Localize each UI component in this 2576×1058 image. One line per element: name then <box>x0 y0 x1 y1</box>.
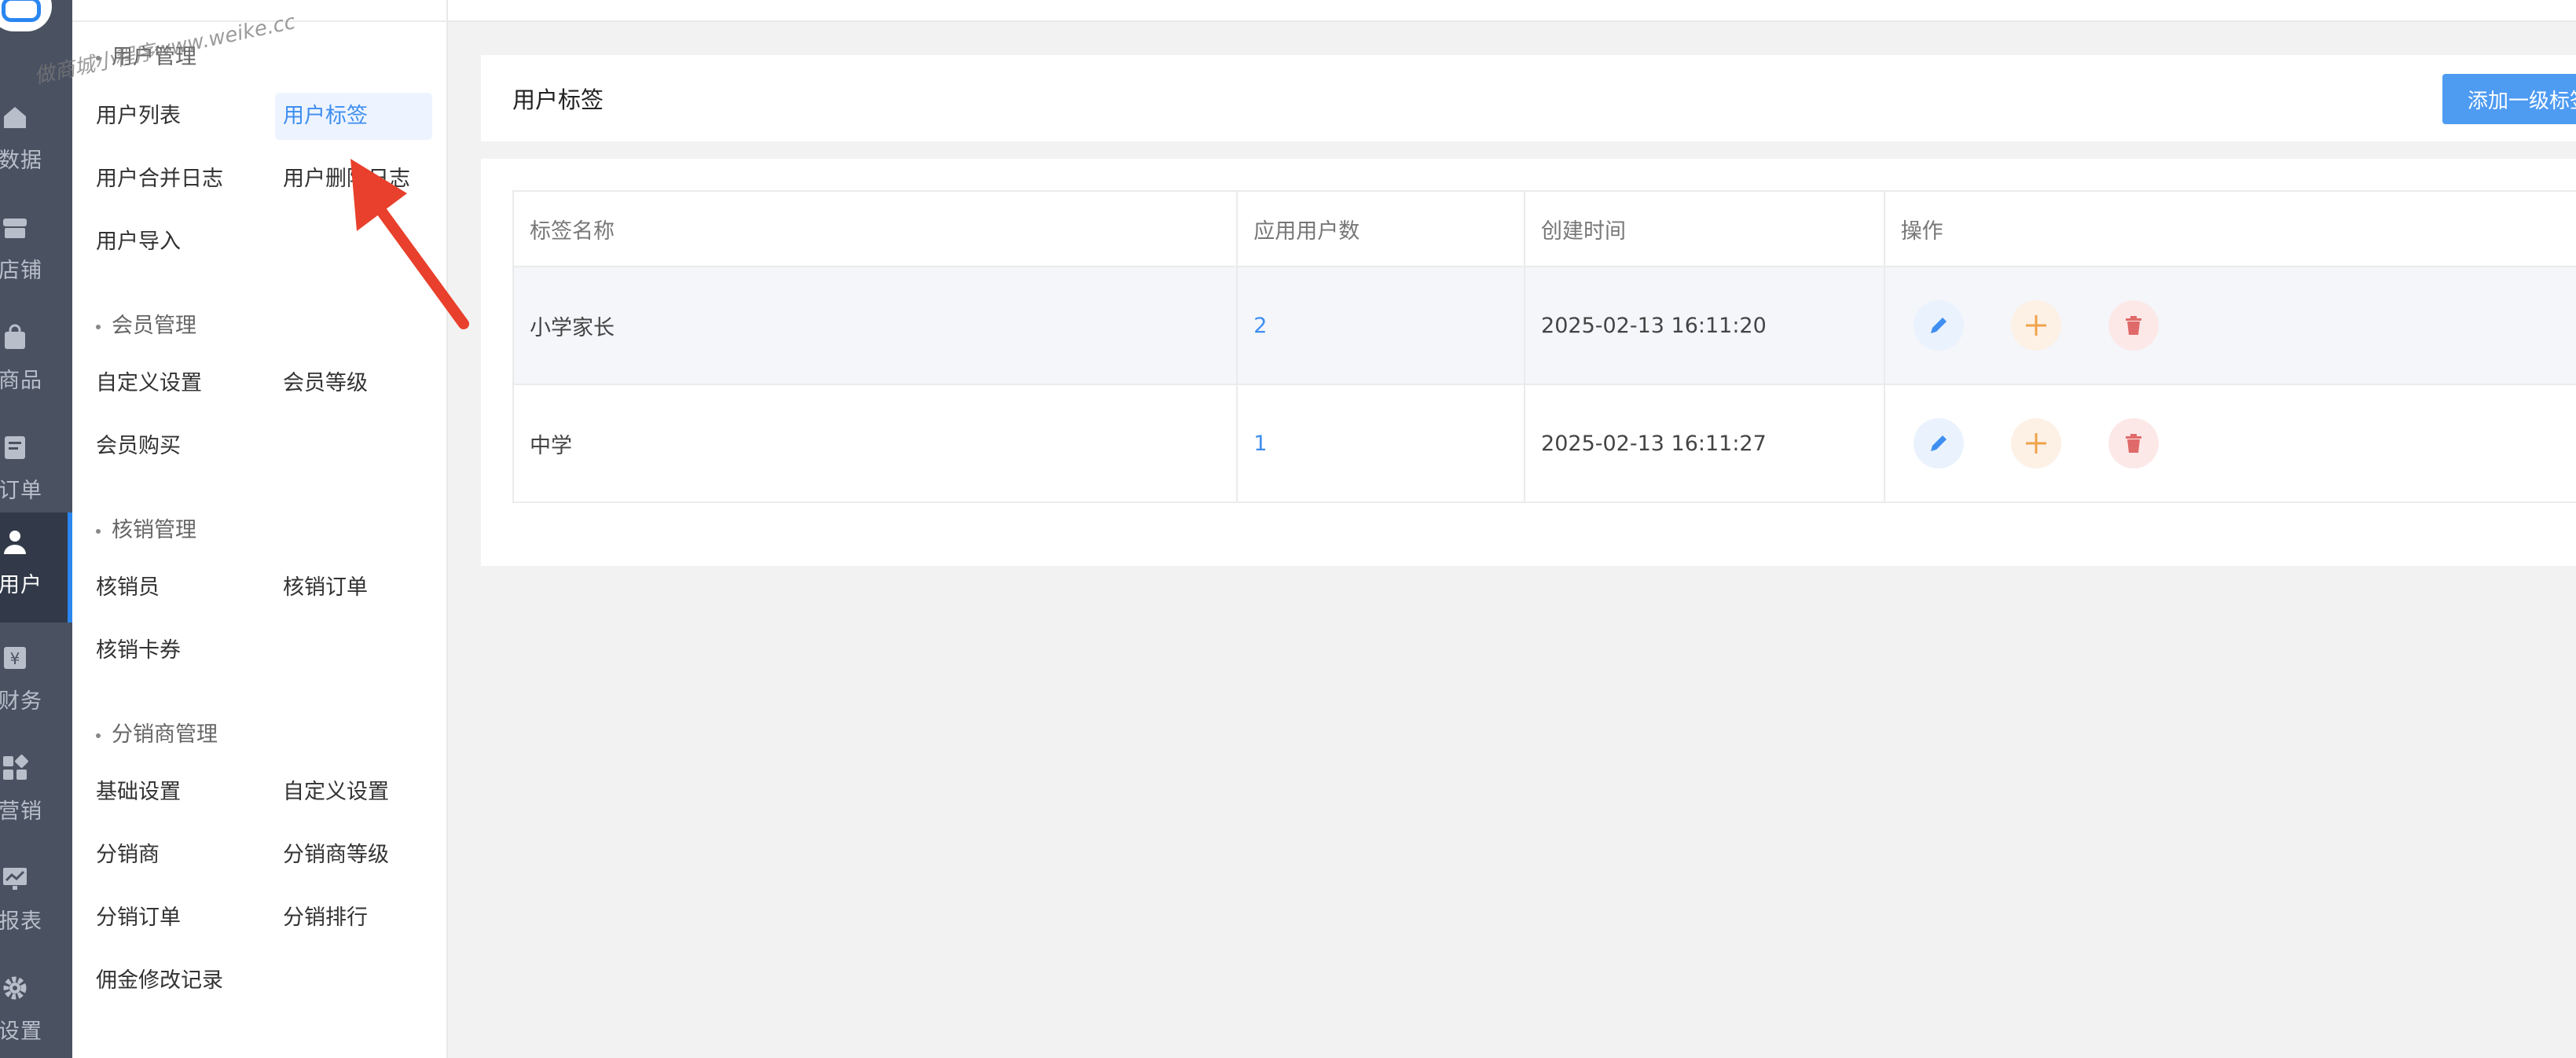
app-window: 数据 店铺 商品 订单 用户 ¥ 财务 营销 报表 设置 用户管理 用户列表 用… <box>0 0 2576 1058</box>
menu-link-distributors[interactable]: 分销商 <box>88 832 167 879</box>
bag-icon <box>0 322 30 352</box>
svg-text:¥: ¥ <box>10 649 20 668</box>
rail-item-label: 订单 <box>0 479 42 503</box>
top-bar <box>448 0 2576 22</box>
menu-link-verify-coupons[interactable]: 核销卡券 <box>88 627 189 674</box>
delete-button[interactable] <box>2108 418 2159 468</box>
add-child-tag-button[interactable] <box>2010 300 2061 351</box>
column-header-tag-name: 标签名称 <box>514 192 1238 266</box>
rail-item-label: 用户 <box>0 573 42 597</box>
actions-cell <box>1885 385 2576 501</box>
rail-item-goods[interactable]: 商品 <box>0 308 72 418</box>
page-header: 用户标签 添加一级标签 <box>481 55 2576 141</box>
section-title-verification: 核销管理 <box>96 512 196 543</box>
rail-item-label: 营销 <box>0 799 42 824</box>
plus-icon <box>2025 433 2046 454</box>
tags-panel: 标签名称 应用用户数 创建时间 操作 小学家长 2 2025-02-13 16:… <box>481 159 2576 566</box>
pencil-icon <box>1930 435 1947 451</box>
gear-icon <box>0 973 30 1003</box>
created-time-cell: 2025-02-13 16:11:27 <box>1525 385 1885 501</box>
user-count-link[interactable]: 2 <box>1238 267 1526 384</box>
rail-item-orders[interactable]: 订单 <box>0 418 72 528</box>
home-icon <box>0 102 30 132</box>
menu-link-distribution-orders[interactable]: 分销订单 <box>88 895 189 942</box>
column-header-created-time: 创建时间 <box>1525 192 1885 266</box>
rail-item-users[interactable]: 用户 <box>0 512 72 623</box>
add-top-level-tag-button[interactable]: 添加一级标签 <box>2442 74 2576 124</box>
yen-icon: ¥ <box>0 643 30 673</box>
menu-link-basic-settings[interactable]: 基础设置 <box>88 769 189 816</box>
pencil-icon <box>1930 318 1947 333</box>
rail-item-label: 店铺 <box>0 259 42 283</box>
menu-link-user-merge-log[interactable]: 用户合并日志 <box>88 156 231 203</box>
menu-link-member-levels[interactable]: 会员等级 <box>275 360 376 407</box>
delete-button[interactable] <box>2108 300 2159 351</box>
menu-link-verifiers[interactable]: 核销员 <box>88 564 167 612</box>
chart-icon <box>0 863 30 893</box>
rail-item-settings[interactable]: 设置 <box>0 959 72 1058</box>
menu-link-distributor-levels[interactable]: 分销商等级 <box>275 832 397 879</box>
menu-link-commission-log[interactable]: 佣金修改记录 <box>88 957 231 1005</box>
table-row: 中学 1 2025-02-13 16:11:27 <box>514 385 2576 501</box>
trash-icon <box>2125 316 2141 335</box>
table-header-row: 标签名称 应用用户数 创建时间 操作 <box>514 192 2576 267</box>
rail-item-label: 报表 <box>0 909 42 934</box>
created-time-cell: 2025-02-13 16:11:20 <box>1525 267 1885 384</box>
plus-icon <box>2025 315 2046 336</box>
menu-link-user-import[interactable]: 用户导入 <box>88 219 189 266</box>
user-icon <box>0 527 30 557</box>
menu-link-distribution-ranking[interactable]: 分销排行 <box>275 895 376 942</box>
app-logo-icon <box>0 0 52 31</box>
column-header-user-count: 应用用户数 <box>1238 192 1526 266</box>
grid-icon <box>0 753 30 783</box>
page-title: 用户标签 <box>512 86 604 113</box>
section-title-member-management: 会员管理 <box>96 308 196 339</box>
rail-item-label: 商品 <box>0 369 42 393</box>
add-child-tag-button[interactable] <box>2010 418 2061 468</box>
menu-link-distributor-custom-settings[interactable]: 自定义设置 <box>275 769 397 816</box>
main-nav-rail: 数据 店铺 商品 订单 用户 ¥ 财务 营销 报表 设置 <box>0 0 72 1058</box>
menu-link-custom-settings[interactable]: 自定义设置 <box>88 360 210 407</box>
rail-item-finance[interactable]: ¥ 财务 <box>0 629 72 739</box>
rail-item-reports[interactable]: 报表 <box>0 849 72 959</box>
rail-item-marketing[interactable]: 营销 <box>0 739 72 849</box>
store-icon <box>0 212 30 242</box>
tag-name-cell: 中学 <box>514 385 1238 501</box>
trash-icon <box>2125 434 2141 453</box>
rail-item-data[interactable]: 数据 <box>0 88 72 198</box>
edit-button[interactable] <box>1913 300 1964 351</box>
menu-link-member-purchase[interactable]: 会员购买 <box>88 423 189 470</box>
rail-item-label: 设置 <box>0 1019 42 1044</box>
rail-item-store[interactable]: 店铺 <box>0 198 72 308</box>
tags-table: 标签名称 应用用户数 创建时间 操作 小学家长 2 2025-02-13 16:… <box>512 190 2576 503</box>
menu-link-user-tags[interactable]: 用户标签 <box>275 93 432 140</box>
user-count-link[interactable]: 1 <box>1238 385 1526 501</box>
column-header-actions: 操作 <box>1900 219 1943 244</box>
tag-name-cell: 小学家长 <box>514 267 1238 384</box>
rail-item-label: 数据 <box>0 149 42 173</box>
annotation-arrow <box>350 159 469 329</box>
actions-cell <box>1884 267 2576 384</box>
document-icon <box>0 432 30 462</box>
menu-link-user-list[interactable]: 用户列表 <box>88 93 189 140</box>
menu-link-verify-orders[interactable]: 核销订单 <box>275 564 376 612</box>
table-row: 小学家长 2 2025-02-13 16:11:20 <box>514 267 2576 385</box>
section-title-distributor: 分销商管理 <box>96 717 218 748</box>
edit-button[interactable] <box>1913 418 1964 468</box>
rail-item-label: 财务 <box>0 689 42 714</box>
